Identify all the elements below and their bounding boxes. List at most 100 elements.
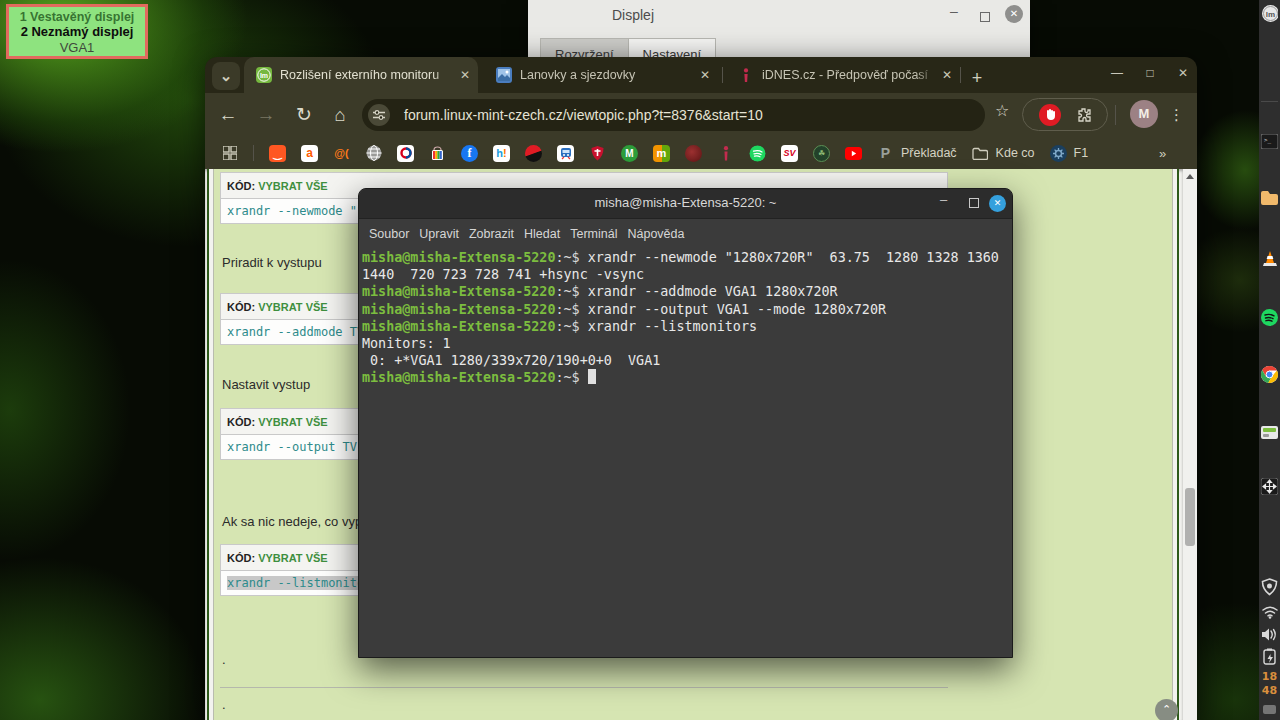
wifi-icon[interactable]	[1261, 603, 1278, 620]
select-all-link[interactable]: VYBRAT VŠE	[258, 301, 327, 313]
tab-forum[interactable]: lm Rozlišení externího monitoru ✕	[244, 57, 478, 93]
screenshot-tool-icon[interactable]	[1261, 424, 1278, 441]
browser-close-button[interactable]: ✕	[1176, 66, 1190, 80]
bookmark-spotify-icon[interactable]	[749, 145, 766, 162]
post-dot: .	[222, 697, 226, 712]
show-desktop-button[interactable]	[1263, 705, 1276, 714]
forward-button[interactable]: →	[252, 101, 280, 129]
browser-menu-icon[interactable]: ⋮	[1169, 101, 1184, 129]
tab-close-icon[interactable]: ✕	[460, 68, 470, 82]
bookmark-heureka-icon[interactable]	[525, 145, 542, 162]
bookmark-translator-icon[interactable]: P	[877, 145, 894, 162]
battery-icon[interactable]	[1261, 648, 1278, 665]
adblock-icon[interactable]	[1039, 104, 1061, 126]
select-all-link[interactable]: VYBRAT VŠE	[258, 552, 327, 564]
bookmark-f1-label[interactable]: F1	[1074, 146, 1089, 160]
select-all-link[interactable]: VYBRAT VŠE	[258, 180, 327, 192]
vlc-icon[interactable]	[1261, 250, 1278, 267]
bookmark-swirl-icon[interactable]	[685, 145, 702, 162]
bookmark-h-icon[interactable]: h!	[493, 145, 510, 162]
panel-divider	[1261, 101, 1278, 102]
shield-icon[interactable]	[1261, 578, 1278, 595]
terminal-output[interactable]: misha@misha-Extensa-5220:~$ xrandr --new…	[362, 249, 1009, 655]
bookmark-shield-icon[interactable]	[589, 145, 606, 162]
scrollbar-up-arrow[interactable]	[1186, 174, 1194, 179]
bookmarks-overflow-icon[interactable]: »	[1159, 146, 1166, 161]
tab-strip: ⌄ lm Rozlišení externího monitoru ✕ Lano…	[205, 57, 1197, 93]
post-dot: .	[222, 652, 226, 667]
bookmark-alza-icon[interactable]: a	[301, 145, 318, 162]
mint-menu-icon[interactable]: lm	[1261, 5, 1278, 22]
apps-grid-icon[interactable]	[221, 145, 238, 162]
page-scrollbar[interactable]	[1183, 169, 1197, 720]
menu-soubor[interactable]: Soubor	[369, 227, 409, 241]
bookmark-youtube-icon[interactable]	[845, 145, 862, 162]
svg-text:>_: >_	[1264, 136, 1272, 144]
move-tool-icon[interactable]	[1261, 478, 1278, 495]
extensions-puzzle-icon[interactable]	[1077, 108, 1091, 122]
terminal-minimize-button[interactable]: –	[940, 192, 947, 207]
clock-hours[interactable]: 18	[1259, 670, 1280, 683]
bookmark-star-icon[interactable]: ☆	[995, 101, 1009, 120]
browser-minimize-button[interactable]: —	[1110, 66, 1124, 80]
site-settings-icon[interactable]	[368, 104, 390, 126]
scroll-to-top-button[interactable]: ⌃	[1155, 699, 1178, 720]
bookmark-facebook-icon[interactable]: f	[461, 145, 478, 162]
spotify-icon[interactable]	[1261, 309, 1278, 326]
terminal-maximize-button[interactable]	[969, 198, 979, 208]
bookmark-globe-icon[interactable]	[365, 145, 382, 162]
menu-napoveda[interactable]: Nápověda	[627, 227, 684, 241]
svg-text:lm: lm	[1266, 10, 1275, 19]
tab-idnes[interactable]: iDNES.cz - Předpověď počasí ✕	[726, 57, 960, 93]
bookmark-folder-label[interactable]: Kde co	[996, 146, 1035, 160]
photo-favicon	[496, 67, 512, 83]
chrome-icon[interactable]	[1261, 366, 1278, 383]
tab-lanovky[interactable]: Lanovky a sjezdovky ✕	[484, 57, 718, 93]
terminal-window: misha@misha-Extensa-5220: ~ – ✕ Soubor U…	[358, 188, 1013, 658]
bookmark-sv-icon[interactable]: SV	[781, 145, 798, 162]
menu-upravit[interactable]: Upravit	[419, 227, 459, 241]
svg-text:lm: lm	[260, 72, 268, 79]
bookmark-aliexpress-icon[interactable]: ‿	[269, 145, 286, 162]
bookmark-translator-label[interactable]: Překladač	[901, 146, 957, 160]
select-all-link[interactable]: VYBRAT VŠE	[258, 416, 327, 428]
scrollbar-thumb[interactable]	[1185, 488, 1195, 546]
terminal-titlebar[interactable]: misha@misha-Extensa-5220: ~ – ✕	[359, 189, 1012, 219]
bookmark-train-icon[interactable]	[557, 145, 574, 162]
tab-title: iDNES.cz - Předpověď počasí	[762, 68, 936, 82]
bookmark-f1-icon[interactable]	[1050, 145, 1067, 162]
bookmark-folder-icon[interactable]	[972, 145, 989, 162]
address-bar[interactable]: forum.linux-mint-czech.cz/viewtopic.php?…	[362, 99, 985, 131]
displej-close-button[interactable]: ✕	[1005, 5, 1023, 23]
bookmark-mapy-icon[interactable]: M	[621, 145, 638, 162]
new-tab-button[interactable]: +	[963, 65, 991, 93]
back-button[interactable]: ←	[214, 101, 242, 129]
volume-icon[interactable]	[1261, 626, 1278, 643]
menu-terminal[interactable]: Terminál	[570, 227, 617, 241]
bookmark-emblem-icon[interactable]: ☘	[813, 145, 830, 162]
terminal-close-button[interactable]: ✕	[989, 195, 1006, 212]
code-label: KÓD:	[227, 301, 255, 313]
terminal-menubar: Soubor Upravit Zobrazit Hledat Terminál …	[359, 220, 1012, 247]
bookmark-mall-icon[interactable]: m	[653, 145, 670, 162]
bookmark-idnes-icon[interactable]	[717, 145, 734, 162]
reload-button[interactable]: ↻	[290, 101, 318, 129]
tab-search-button[interactable]: ⌄	[212, 62, 240, 90]
browser-maximize-button[interactable]: □	[1143, 66, 1157, 80]
displej-maximize-button[interactable]	[980, 12, 990, 22]
display-identify-badge: 1 Vestavěný displej 2 Neznámý displej VG…	[6, 4, 148, 59]
menu-zobrazit[interactable]: Zobrazit	[469, 227, 514, 241]
tab-close-icon[interactable]: ✕	[942, 68, 952, 82]
tab-close-icon[interactable]: ✕	[700, 68, 710, 82]
terminal-launcher-icon[interactable]: >_	[1261, 133, 1278, 150]
displej-minimize-button[interactable]: –	[950, 3, 958, 19]
bookmarks-bar: ‿ a @( f h! M m	[205, 137, 1197, 169]
bookmark-o-icon[interactable]	[397, 145, 414, 162]
menu-hledat[interactable]: Hledat	[524, 227, 560, 241]
bookmark-bag-icon[interactable]	[429, 145, 446, 162]
clock-minutes[interactable]: 48	[1259, 684, 1280, 697]
bookmark-atlas-icon[interactable]: @(	[333, 145, 350, 162]
home-button[interactable]: ⌂	[326, 101, 354, 129]
files-icon[interactable]	[1261, 189, 1278, 206]
profile-avatar[interactable]: M	[1130, 100, 1158, 128]
